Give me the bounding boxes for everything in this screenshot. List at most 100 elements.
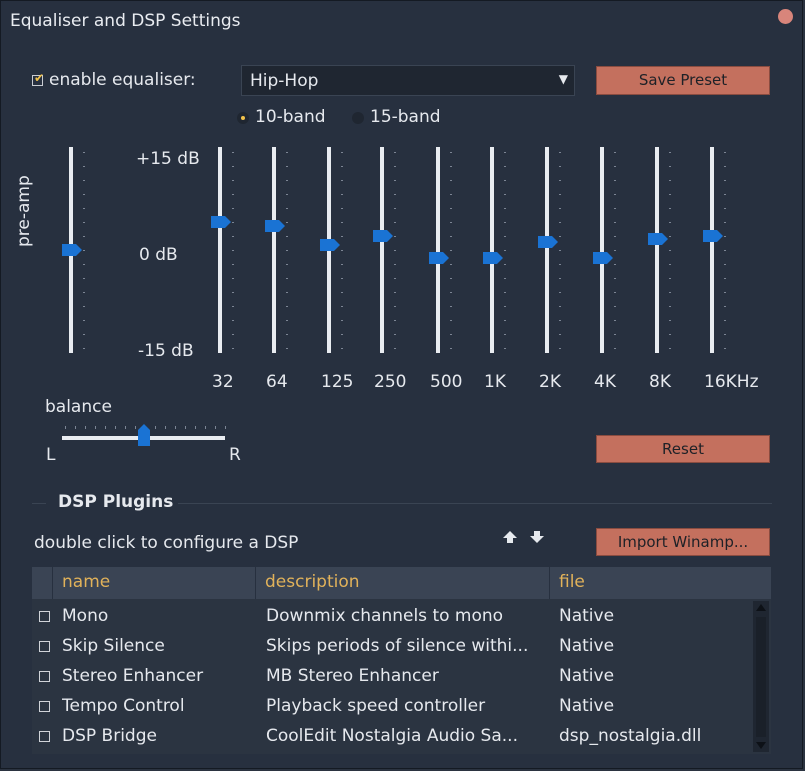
band-slider-32-tick: [232, 278, 234, 279]
band-slider-64-thumb[interactable]: [265, 219, 285, 232]
radio-15-band[interactable]: [352, 112, 364, 124]
band-slider-1k-track[interactable]: [490, 147, 494, 353]
row-checkbox[interactable]: [39, 731, 50, 742]
band-slider-125-tick: [341, 180, 343, 181]
move-down-icon[interactable]: [530, 531, 544, 543]
band-slider-500-thumb[interactable]: [429, 251, 449, 264]
band-slider-32-thumb[interactable]: [211, 215, 231, 228]
column-description[interactable]: description: [265, 572, 360, 592]
close-icon[interactable]: [778, 9, 793, 24]
dsp-section-title: DSP Plugins: [58, 492, 174, 512]
band-slider-8k-thumb[interactable]: [648, 232, 668, 245]
table-row[interactable]: Mono Downmix channels to mono Native: [32, 601, 752, 631]
band-slider-250-track[interactable]: [380, 147, 384, 353]
enable-equaliser-checkbox[interactable]: ✔: [32, 71, 44, 86]
band-slider-125-tick: [341, 166, 343, 167]
import-winamp-button[interactable]: Import Winamp...: [596, 528, 770, 556]
band-slider-64-tick: [286, 306, 288, 307]
band-slider-8k-tick: [669, 306, 671, 307]
scroll-thumb[interactable]: [756, 617, 766, 737]
balance-tick: [185, 426, 186, 429]
band-slider-64-tick: [286, 264, 288, 265]
band-slider-16khz-thumb[interactable]: [703, 230, 723, 243]
band-slider-8k-tick: [669, 166, 671, 167]
band-slider-125-thumb[interactable]: [320, 238, 340, 251]
band-slider-250-tick: [394, 292, 396, 293]
preamp-slider-thumb[interactable]: [62, 244, 82, 256]
row-checkbox[interactable]: [39, 701, 50, 712]
balance-tick: [225, 426, 226, 429]
band-slider-32-tick: [232, 208, 234, 209]
band-slider-8k-tick: [669, 222, 671, 223]
scroll-up-icon[interactable]: [756, 604, 766, 611]
preset-dropdown[interactable]: Hip-Hop ▼: [241, 65, 575, 96]
band-slider-2k-tick: [559, 208, 561, 209]
table-row[interactable]: DSP Bridge CoolEdit Nostalgia Audio Sa...…: [32, 721, 752, 751]
band-slider-1k-label: 1K: [484, 372, 506, 392]
band-slider-2k-tick: [559, 250, 561, 251]
table-row[interactable]: Tempo Control Playback speed controller Na…: [32, 691, 752, 721]
band-slider-32-tick: [232, 320, 234, 321]
band-slider-500-track[interactable]: [436, 147, 440, 353]
band-slider-4k-tick: [614, 194, 616, 195]
band-slider-64-tick: [286, 166, 288, 167]
band-slider-64-tick: [286, 292, 288, 293]
band-slider-125-label: 125: [321, 372, 354, 392]
band-slider-4k-track[interactable]: [600, 147, 604, 353]
balance-thumb[interactable]: [137, 424, 150, 446]
band-slider-16khz-tick: [724, 306, 726, 307]
band-slider-1k-thumb[interactable]: [483, 251, 503, 264]
band-slider-2k-tick: [559, 222, 561, 223]
band-slider-500-tick: [450, 166, 452, 167]
band-slider-1k-tick: [504, 208, 506, 209]
band-slider-8k-tick: [669, 236, 671, 237]
cell-file: Native: [559, 606, 615, 626]
band-slider-250-thumb[interactable]: [373, 230, 393, 243]
row-checkbox[interactable]: [39, 641, 50, 652]
scroll-down-icon[interactable]: [756, 742, 766, 749]
row-checkbox[interactable]: [39, 671, 50, 682]
band-slider-4k-tick: [614, 334, 616, 335]
band-slider-64-tick: [286, 250, 288, 251]
band-slider-16khz-tick: [724, 334, 726, 335]
band-slider-1k-tick: [504, 306, 506, 307]
table-scrollbar[interactable]: [753, 601, 769, 752]
balance-tick: [65, 426, 66, 429]
band-slider-64-track[interactable]: [272, 147, 276, 353]
band-slider-2k-label: 2K: [539, 372, 561, 392]
table-row[interactable]: Stereo Enhancer MB Stereo Enhancer Native: [32, 661, 752, 691]
radio-10-band[interactable]: [237, 112, 249, 124]
move-up-icon[interactable]: [503, 531, 517, 543]
reset-button[interactable]: Reset: [596, 435, 770, 463]
preamp-slider-tick: [83, 166, 85, 167]
cell-description: Downmix channels to mono: [266, 606, 504, 626]
band-slider-32-track[interactable]: [218, 147, 222, 353]
band-slider-125-tick: [341, 292, 343, 293]
save-preset-button[interactable]: Save Preset: [596, 66, 770, 95]
band-slider-16khz-tick: [724, 250, 726, 251]
band-slider-250-tick: [394, 348, 396, 349]
band-slider-500-tick: [450, 194, 452, 195]
section-divider: [178, 503, 772, 504]
band-slider-2k-track[interactable]: [545, 147, 549, 353]
band-slider-32-tick: [232, 348, 234, 349]
band-slider-16khz-track[interactable]: [710, 147, 714, 353]
band-slider-2k-thumb[interactable]: [538, 236, 558, 249]
cell-name: Tempo Control: [62, 696, 185, 716]
band-slider-4k-thumb[interactable]: [593, 251, 613, 264]
band-slider-4k-tick: [614, 236, 616, 237]
radio-10-band-label: 10-band: [255, 107, 326, 127]
band-slider-2k-tick: [559, 306, 561, 307]
column-name[interactable]: name: [62, 572, 110, 592]
band-slider-8k-track[interactable]: [655, 147, 659, 353]
band-slider-500-tick: [450, 334, 452, 335]
column-file[interactable]: file: [559, 572, 585, 592]
band-slider-2k-tick: [559, 278, 561, 279]
band-slider-16khz-tick: [724, 180, 726, 181]
table-row[interactable]: Skip Silence Skips periods of silence wit…: [32, 631, 752, 661]
band-slider-8k-tick: [669, 348, 671, 349]
band-slider-4k-tick: [614, 278, 616, 279]
band-slider-8k-label: 8K: [649, 372, 671, 392]
band-slider-1k-tick: [504, 320, 506, 321]
row-checkbox[interactable]: [39, 611, 50, 622]
